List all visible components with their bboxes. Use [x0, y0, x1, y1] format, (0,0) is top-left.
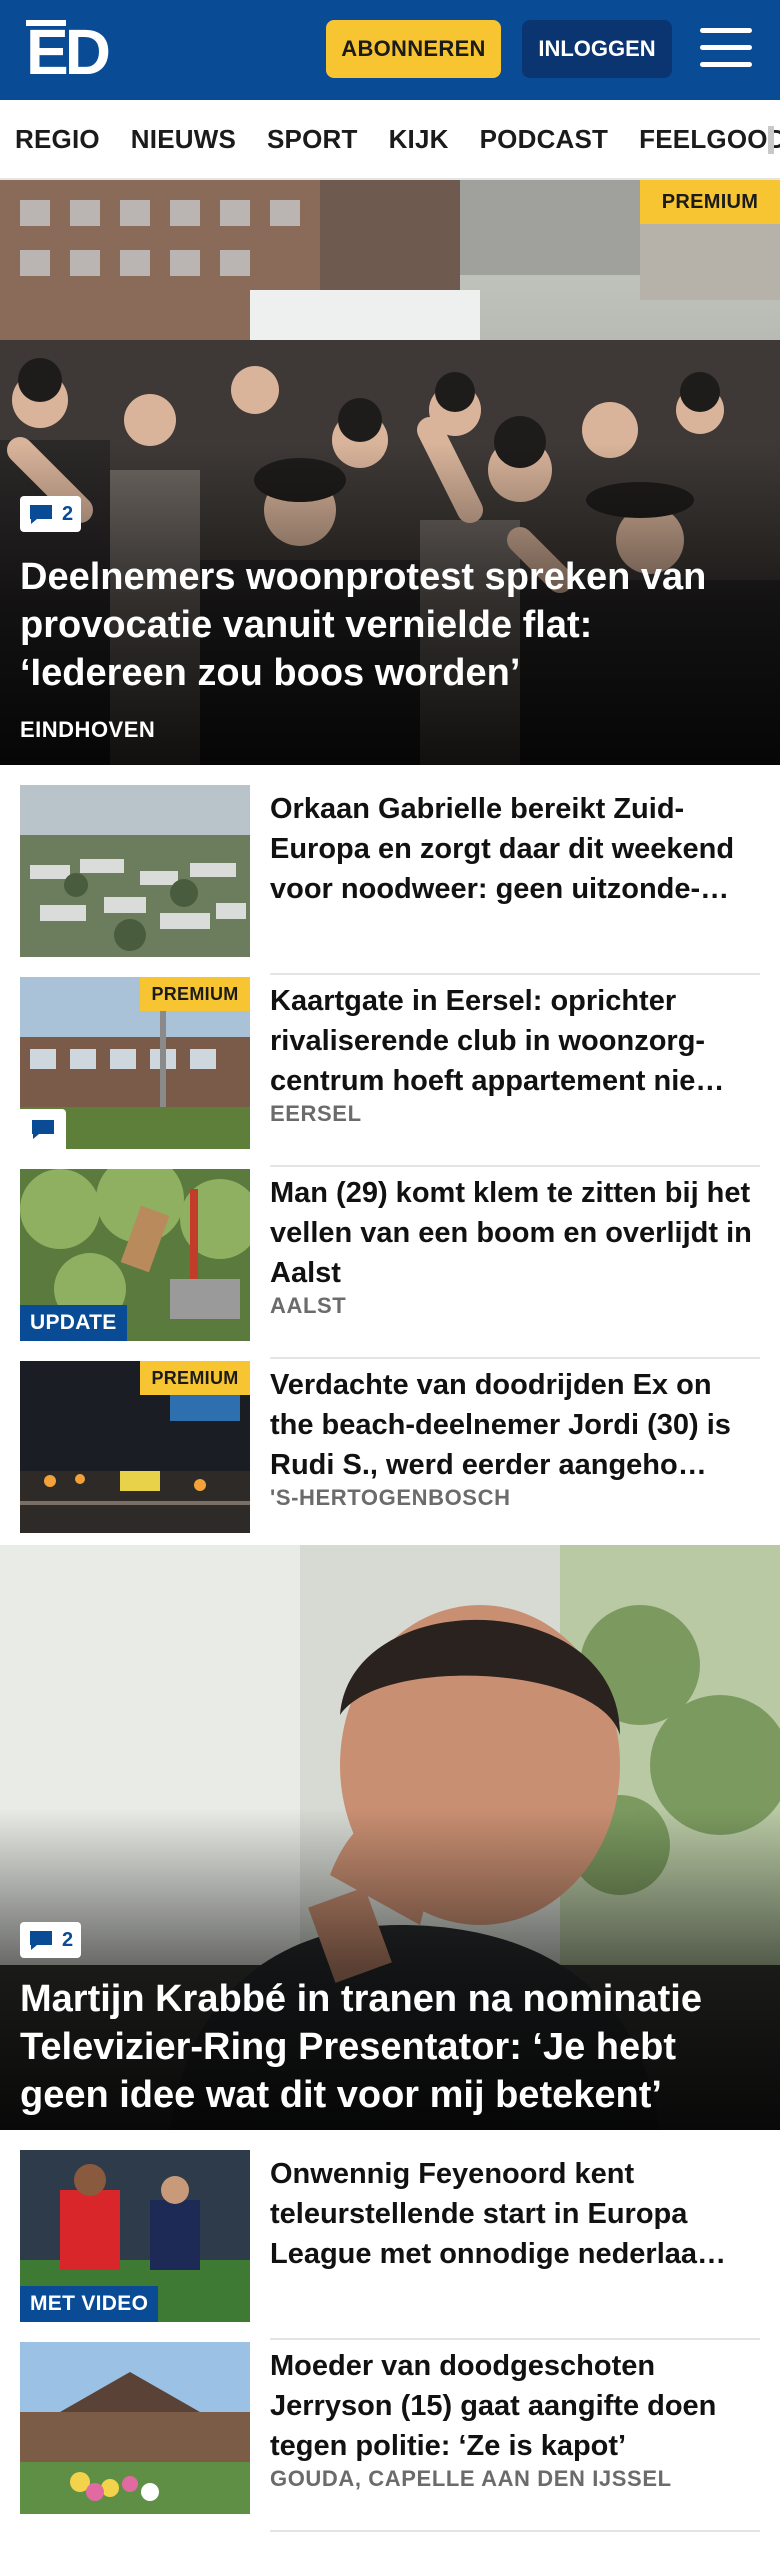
- premium-badge: PREMIUM: [140, 1361, 250, 1395]
- list-item[interactable]: Orkaan Gabrielle bereikt Zuid-Europa en …: [20, 785, 760, 975]
- top-header: ED ABONNEREN INLOGGEN: [0, 0, 780, 100]
- nav-item-sport[interactable]: SPORT: [267, 124, 358, 155]
- hero-location: EINDHOVEN: [20, 717, 156, 742]
- comment-count[interactable]: 2: [20, 496, 82, 532]
- article-location: 'S-HERTOGENBOSCH: [270, 1485, 511, 1510]
- list-item[interactable]: MET VIDEO Onwennig Feyenoord kent teleur…: [20, 2150, 760, 2340]
- hero-headline[interactable]: Deelnemers woonprotest spreken van provo…: [20, 553, 760, 697]
- article-location: GOUDA, CAPELLE AAN DEN IJSSEL: [270, 2466, 672, 2491]
- comment-icon: [30, 1931, 52, 1950]
- nav-item-feelgood[interactable]: FEELGOOD: [639, 124, 780, 155]
- comment-indicator[interactable]: [20, 1109, 66, 1149]
- article-location: EERSEL: [270, 1101, 362, 1126]
- login-button[interactable]: INLOGGEN: [522, 20, 672, 78]
- nav-item-kijk[interactable]: KIJK: [389, 124, 449, 155]
- comment-count-value: 2: [62, 1928, 74, 1951]
- premium-badge: PREMIUM: [640, 180, 780, 224]
- premium-badge: PREMIUM: [140, 977, 250, 1011]
- nav-overflow-hint: [768, 126, 774, 154]
- article-thumbnail: [20, 2342, 250, 2514]
- article-thumbnail: [20, 785, 250, 957]
- section-nav: REGIO NIEUWS SPORT KIJK PODCAST FEELGOOD: [0, 100, 780, 180]
- video-tag: MET VIDEO: [20, 2286, 159, 2322]
- hero-article-krabbe[interactable]: 2 Martijn Krabbé in tranen na nominatie …: [0, 1545, 780, 2130]
- article-thumbnail: PREMIUM: [20, 1361, 250, 1533]
- article-title[interactable]: Verdachte van doodrijden Ex on the beach…: [270, 1365, 760, 1485]
- list-item[interactable]: UPDATE Man (29) komt klem te zitten bij …: [20, 1169, 760, 1359]
- divider: [270, 1357, 760, 1359]
- list-item[interactable]: PREMIUM Verdachte van doodrijden Ex on t…: [20, 1361, 760, 1551]
- article-title[interactable]: Man (29) komt klem te zitten bij het vel…: [270, 1173, 760, 1293]
- list-item[interactable]: PREMIUM Kaartgate in Eersel: oprichter r…: [20, 977, 760, 1167]
- nav-item-podcast[interactable]: PODCAST: [480, 124, 609, 155]
- article-thumbnail: UPDATE: [20, 1169, 250, 1341]
- svg-text:ED: ED: [26, 20, 109, 82]
- comment-count-value: 2: [62, 502, 74, 525]
- comment-icon: [32, 1120, 54, 1139]
- hero-headline[interactable]: Martijn Krabbé in tranen na nominatie Te…: [20, 1975, 760, 2119]
- article-list-2: MET VIDEO Onwennig Feyenoord kent teleur…: [0, 2130, 780, 2550]
- hamburger-menu-icon[interactable]: [700, 28, 752, 72]
- comment-icon: [30, 505, 52, 524]
- article-title[interactable]: Moeder van doodgeschoten Jerryson (15) g…: [270, 2346, 760, 2466]
- article-thumbnail: MET VIDEO: [20, 2150, 250, 2322]
- divider: [270, 2338, 760, 2340]
- comment-count[interactable]: 2: [20, 1922, 82, 1958]
- divider: [270, 973, 760, 975]
- update-tag: UPDATE: [20, 1305, 127, 1341]
- list-item[interactable]: Moeder van doodgeschoten Jerryson (15) g…: [20, 2342, 760, 2532]
- divider: [270, 2530, 760, 2532]
- nav-item-nieuws[interactable]: NIEUWS: [131, 124, 236, 155]
- ed-logo[interactable]: ED: [26, 20, 118, 82]
- divider: [270, 1165, 760, 1167]
- subscribe-button[interactable]: ABONNEREN: [326, 20, 501, 78]
- article-location: AALST: [270, 1293, 347, 1318]
- article-thumbnail: PREMIUM: [20, 977, 250, 1149]
- article-title[interactable]: Onwennig Feyenoord kent teleurstellende …: [270, 2154, 760, 2274]
- hero-article-protest[interactable]: PREMIUM 2 Deelnemers woonprotest spreken…: [0, 180, 780, 765]
- article-list-1: Orkaan Gabrielle bereikt Zuid-Europa en …: [0, 765, 780, 1551]
- article-title[interactable]: Kaartgate in Eersel: oprichter rivaliser…: [270, 981, 760, 1101]
- article-title[interactable]: Orkaan Gabrielle bereikt Zuid-Europa en …: [270, 789, 760, 909]
- nav-item-regio[interactable]: REGIO: [15, 124, 100, 155]
